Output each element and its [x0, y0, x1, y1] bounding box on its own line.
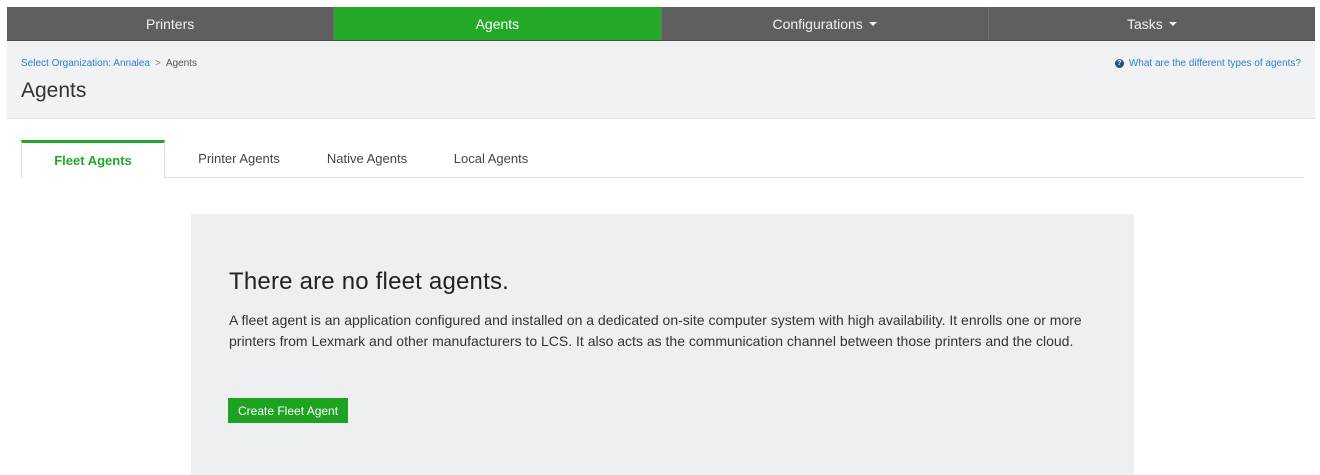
help-link-label: What are the different types of agents?	[1128, 58, 1301, 69]
page-header: Select Organization: Annalea > Agents Agen…	[7, 41, 1315, 119]
nav-item-label: Agents	[475, 15, 520, 32]
question-circle-icon: ?	[1114, 59, 1124, 68]
nav-item-printers[interactable]: Printers	[7, 7, 335, 40]
tab-local-agents[interactable]: Local Agents	[421, 140, 561, 177]
nav-item-agents[interactable]: Agents	[334, 7, 662, 40]
agent-types-help-link[interactable]: ? What are the different types of agents…	[1114, 58, 1301, 69]
caret-down-icon	[868, 21, 877, 26]
page-title: Agents	[21, 79, 87, 102]
nav-item-tasks[interactable]: Tasks	[989, 7, 1315, 40]
nav-item-configurations[interactable]: Configurations	[662, 7, 989, 40]
empty-state-title: There are no fleet agents.	[229, 268, 510, 295]
tab-native-agents[interactable]: Native Agents	[313, 140, 421, 177]
breadcrumb-organization-link[interactable]: Select Organization: Annalea	[21, 58, 150, 69]
create-fleet-agent-button[interactable]: Create Fleet Agent	[228, 398, 349, 423]
caret-down-icon	[1168, 21, 1177, 26]
empty-state-panel: There are no fleet agents. A fleet agent…	[191, 214, 1134, 475]
nav-item-label: Tasks	[1126, 15, 1163, 32]
agent-type-tabs: Fleet Agents Printer Agents Native Agent…	[21, 140, 1303, 178]
nav-item-label: Configurations	[772, 15, 863, 32]
tab-fleet-agents[interactable]: Fleet Agents	[21, 140, 165, 178]
tab-printer-agents[interactable]: Printer Agents	[165, 140, 313, 177]
breadcrumb: Select Organization: Annalea > Agents	[21, 58, 197, 69]
empty-state-description: A fleet agent is an application configur…	[229, 312, 1082, 349]
top-navigation-bar: Printers Agents Configurations Tasks	[7, 7, 1315, 41]
breadcrumb-separator: >	[154, 58, 161, 69]
breadcrumb-current: Agents	[165, 58, 197, 69]
nav-item-label: Printers	[146, 15, 195, 32]
